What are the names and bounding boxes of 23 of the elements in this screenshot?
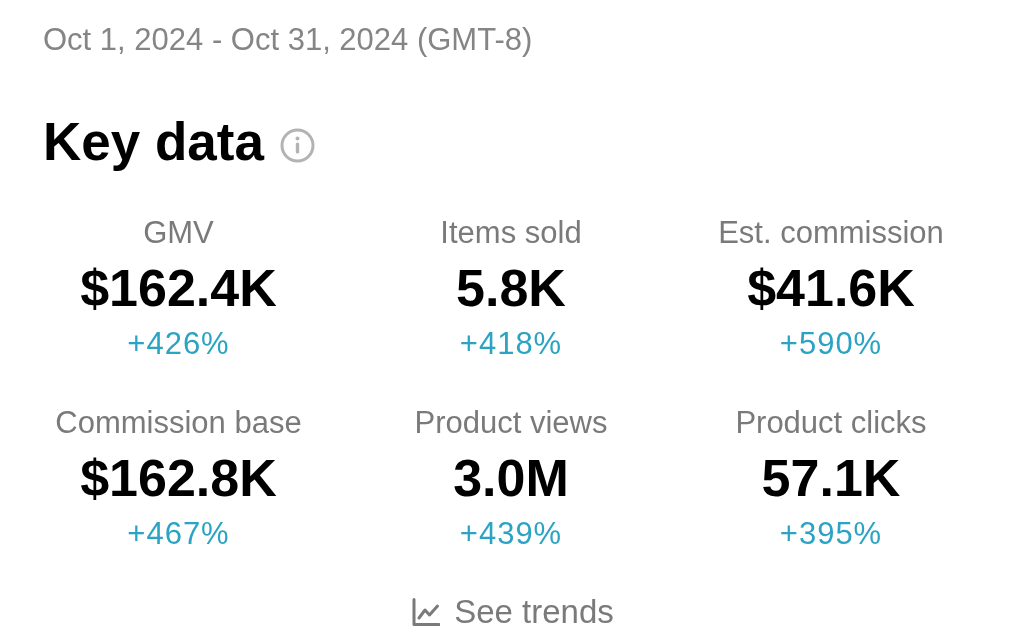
metric-change: +426%: [127, 326, 230, 362]
metric-label: Product clicks: [735, 404, 927, 442]
metric-change: +395%: [779, 516, 883, 552]
metric-label: Items sold: [440, 214, 582, 252]
metric-label: Est. commission: [718, 214, 944, 252]
line-chart-icon: [412, 598, 441, 626]
metric-change: +467%: [127, 516, 230, 552]
metric-value: $162.4K: [80, 260, 277, 316]
section-title: Key data: [43, 112, 264, 172]
metric-value: 3.0M: [453, 450, 569, 506]
metric-label: Commission base: [55, 404, 302, 442]
see-trends-button[interactable]: See trends: [412, 592, 614, 632]
metric-value: 57.1K: [761, 450, 901, 506]
metric-label: Product views: [414, 404, 608, 442]
metric-change: +418%: [459, 326, 563, 362]
date-range: Oct 1, 2024 - Oct 31, 2024 (GMT-8): [43, 22, 533, 57]
metric-change: +439%: [459, 516, 563, 552]
metric-value: 5.8K: [456, 260, 566, 316]
metric-label: GMV: [143, 214, 214, 252]
info-icon[interactable]: [279, 127, 315, 163]
metric-value: $162.8K: [80, 450, 277, 506]
metric-value: $41.6K: [747, 260, 915, 316]
metric-change: +590%: [779, 326, 883, 362]
